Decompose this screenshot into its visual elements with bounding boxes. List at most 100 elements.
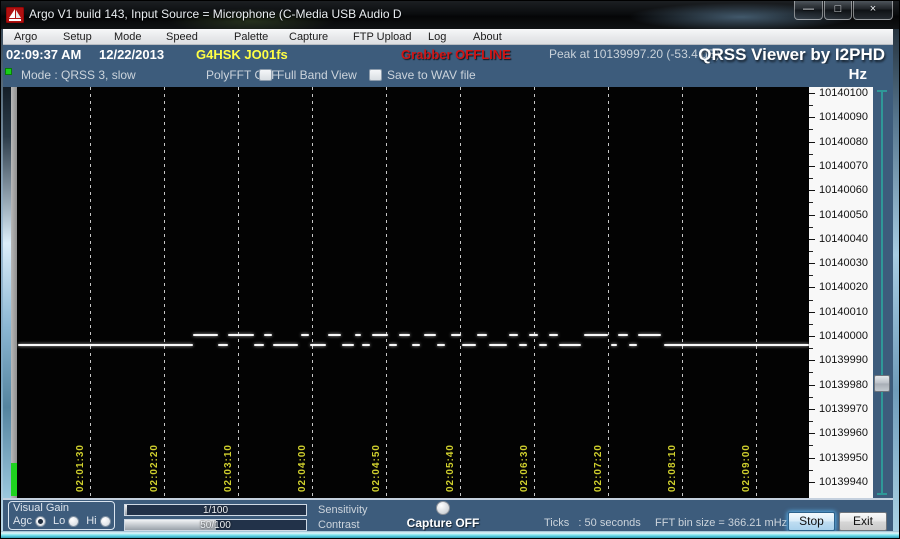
close-icon: × xyxy=(869,3,877,15)
visual-gain-option-label[interactable]: Agc xyxy=(13,515,32,527)
frequency-value: 10139990 xyxy=(819,354,868,367)
contrast-label: Contrast xyxy=(318,519,360,531)
capture-led[interactable] xyxy=(436,501,450,515)
full-band-view-checkbox[interactable] xyxy=(259,69,272,81)
frequency-tick-label: 10139950 xyxy=(809,451,873,465)
menu-item-capture[interactable]: Capture xyxy=(289,29,328,45)
frequency-tick-label: 10140080 xyxy=(809,135,873,149)
stop-button[interactable]: Stop xyxy=(788,512,835,531)
menu-item-argo[interactable]: Argo xyxy=(14,29,37,45)
visual-gain-option-label[interactable]: Hi xyxy=(86,515,96,527)
major-tick xyxy=(809,117,815,119)
major-tick xyxy=(809,384,815,386)
menu-bar: Argo Setup Mode Speed Palette Capture FTP Uplo… xyxy=(3,29,893,45)
frequency-value: 10140070 xyxy=(819,159,868,172)
menu-item-ftp-upload[interactable]: FTP Upload xyxy=(353,29,412,45)
signal-trace-segment xyxy=(372,334,388,336)
frequency-tick-label: 10140040 xyxy=(809,232,873,246)
signal-trace-segment xyxy=(549,334,558,336)
minor-tick xyxy=(809,324,813,325)
menu-item-setup[interactable]: Setup xyxy=(63,29,92,45)
menu-item-mode[interactable]: Mode xyxy=(114,29,142,45)
signal-trace-segment xyxy=(273,344,298,346)
minor-tick xyxy=(809,129,813,130)
window-titlebar[interactable]: Argo V1 build 143, Input Source = Microp… xyxy=(1,1,899,29)
signal-trace-segment xyxy=(301,334,309,336)
signal-trace-segment xyxy=(412,344,420,346)
visual-gain-radio-agc[interactable] xyxy=(34,515,46,527)
clock-date: 12/22/2013 xyxy=(99,47,165,62)
time-gridline xyxy=(682,87,683,498)
signal-trace-segment xyxy=(477,334,487,336)
frequency-tick-label: 10140090 xyxy=(809,110,873,124)
major-tick xyxy=(809,141,815,143)
minor-tick xyxy=(809,154,813,155)
major-tick xyxy=(809,93,815,94)
visual-gain-radio-lo[interactable] xyxy=(68,515,80,527)
signal-trace-segment xyxy=(218,344,228,346)
capture-status[interactable]: Capture OFF xyxy=(403,516,483,530)
signal-trace-segment xyxy=(451,334,461,336)
callsign-locator: G4HSK JO01fs xyxy=(196,47,288,62)
full-band-view-label[interactable]: Full Band View xyxy=(277,64,357,86)
frequency-value: 10139960 xyxy=(819,427,868,440)
frequency-value: 10140010 xyxy=(819,305,868,318)
window-frame-right xyxy=(893,29,899,531)
sensitivity-label: Sensitivity xyxy=(318,504,368,516)
exit-button[interactable]: Exit xyxy=(839,512,887,531)
status-bar: 02:09:37 AM 12/22/2013 G4HSK JO01fs Grab… xyxy=(3,45,893,64)
minor-tick xyxy=(809,470,813,471)
scrollbar-track[interactable] xyxy=(881,91,883,494)
minor-tick xyxy=(809,227,813,228)
major-tick xyxy=(809,165,815,167)
grabber-status: Grabber OFFLINE xyxy=(401,47,511,62)
app-icon xyxy=(6,7,24,23)
frequency-axis: 10140100 10140090 10140080 10140070 10140060… xyxy=(809,87,873,498)
major-tick xyxy=(809,481,815,483)
frequency-value: 10140040 xyxy=(819,232,868,245)
major-tick xyxy=(809,238,815,240)
contrast-slider[interactable]: 50/100 xyxy=(124,519,307,531)
time-gridline xyxy=(238,87,239,498)
signal-trace-segment xyxy=(193,334,218,336)
time-gridline xyxy=(312,87,313,498)
signal-trace-segment xyxy=(462,344,476,346)
frequency-value: 10139940 xyxy=(819,475,868,488)
major-tick xyxy=(809,408,815,410)
menu-item-speed[interactable]: Speed xyxy=(166,29,198,45)
visual-gain-radio-hi[interactable] xyxy=(99,515,111,527)
frequency-value: 10140050 xyxy=(819,208,868,221)
menu-item-palette[interactable]: Palette xyxy=(234,29,268,45)
ticks-readout: Ticks : 50 seconds xyxy=(544,517,641,529)
signal-trace-segment xyxy=(264,334,272,336)
maximize-button[interactable]: □ xyxy=(824,1,852,20)
save-wav-checkbox[interactable] xyxy=(369,69,382,81)
minor-tick xyxy=(809,300,813,301)
minimize-button[interactable]: — xyxy=(794,1,823,20)
signal-trace-segment xyxy=(539,344,547,346)
sensitivity-slider[interactable]: 1/100 xyxy=(124,504,307,516)
save-wav-label[interactable]: Save to WAV file xyxy=(387,64,476,86)
scrollbar-thumb[interactable] xyxy=(874,375,890,392)
signal-trace-segment xyxy=(437,344,445,346)
minor-tick xyxy=(809,372,813,373)
visual-gain-option-label[interactable]: Lo xyxy=(53,515,65,527)
frequency-tick-label: 10140060 xyxy=(809,183,873,197)
signal-trace-segment xyxy=(489,344,507,346)
signal-trace-segment xyxy=(638,334,661,336)
menu-item-about[interactable]: About xyxy=(473,29,502,45)
peak-readout: Peak at 10139997.20 (-53.4 dB) xyxy=(549,47,720,61)
frequency-value: 10139980 xyxy=(819,378,868,391)
window-frame-left xyxy=(1,29,3,531)
frequency-tick-label: 10140100 xyxy=(809,86,873,100)
close-button[interactable]: × xyxy=(853,1,893,20)
menu-item-log[interactable]: Log xyxy=(428,29,446,45)
signal-trace-segment xyxy=(611,344,617,346)
major-tick xyxy=(809,287,815,289)
time-axis-label: 02:04:00 xyxy=(297,443,308,492)
frequency-value: 10140060 xyxy=(819,184,868,197)
waterfall-display[interactable]: 02:01:30 02:02:20 02:03:10 02:04:00 02:04:50… xyxy=(17,87,809,498)
signal-trace-segment xyxy=(509,334,518,336)
time-axis-label: 02:04:50 xyxy=(371,443,382,492)
visual-gain-title: Visual Gain xyxy=(13,502,70,514)
